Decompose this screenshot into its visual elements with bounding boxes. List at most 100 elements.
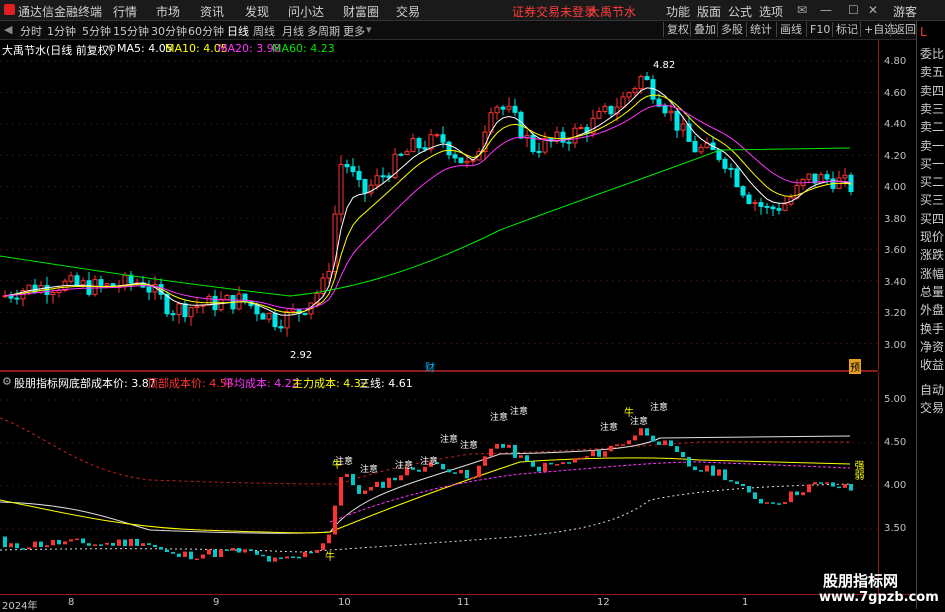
side-item-9[interactable]: 买三 bbox=[920, 191, 944, 208]
candle-body bbox=[338, 164, 344, 215]
menu-discover[interactable]: 发现 bbox=[245, 3, 269, 20]
menu-formula[interactable]: 公式 bbox=[728, 3, 752, 20]
chevron-down-icon[interactable]: ▾ bbox=[366, 23, 372, 36]
period-1min[interactable]: 1分钟 bbox=[47, 23, 76, 39]
side-item-12[interactable]: 涨跌 bbox=[920, 246, 944, 263]
cost-bar bbox=[327, 534, 331, 544]
side-item-6[interactable]: 卖一 bbox=[920, 137, 944, 154]
notification-icon[interactable]: ✉ bbox=[797, 3, 807, 17]
period-60min[interactable]: 60分钟 bbox=[188, 23, 224, 39]
period-30min[interactable]: 30分钟 bbox=[151, 23, 187, 39]
cost-bar bbox=[849, 484, 853, 491]
candle-body bbox=[782, 203, 788, 211]
forecast-marker[interactable]: 预 bbox=[849, 359, 861, 374]
cost-bar bbox=[75, 538, 79, 541]
draw-line-button[interactable]: 画线 bbox=[776, 22, 805, 37]
menu-function[interactable]: 功能 bbox=[666, 3, 690, 20]
cost-indicator-chart[interactable]: 注意注意 注意 注意注意注意注意注意注意注意注意牛牛牛 bbox=[0, 372, 878, 594]
period-weekly[interactable]: 周线 bbox=[253, 23, 275, 39]
side-item-16[interactable]: 换手 bbox=[920, 320, 944, 337]
watermark-title: 股朋指标网 bbox=[823, 572, 899, 590]
maximize-icon[interactable]: ☐ bbox=[848, 3, 859, 17]
side-item-0[interactable]: L bbox=[920, 25, 927, 39]
candle-body bbox=[68, 275, 74, 282]
side-item-10[interactable]: 买四 bbox=[920, 210, 944, 227]
period-5min[interactable]: 5分钟 bbox=[82, 23, 111, 39]
period-more[interactable]: 更多 bbox=[343, 23, 365, 39]
cost-bar bbox=[273, 557, 277, 562]
menu-wenxiaoda[interactable]: 问小达 bbox=[288, 3, 324, 20]
indicator-gear-icon[interactable]: ⚙ bbox=[2, 375, 12, 388]
side-item-13[interactable]: 涨幅 bbox=[920, 265, 944, 282]
cost-bar bbox=[837, 486, 841, 489]
side-item-18[interactable]: 收益 bbox=[920, 356, 944, 373]
candle-body bbox=[422, 147, 428, 150]
candle-body bbox=[170, 313, 176, 316]
side-item-20[interactable]: 交易 bbox=[920, 399, 944, 416]
menu-layout[interactable]: 版面 bbox=[697, 3, 721, 20]
site-watermark: 股朋指标网 www.7gpzb.com bbox=[815, 568, 939, 609]
minimize-icon[interactable]: — bbox=[820, 3, 832, 17]
menu-trade[interactable]: 交易 bbox=[396, 3, 420, 20]
adjust-button[interactable]: 复权 bbox=[663, 22, 692, 37]
cost-bar bbox=[501, 443, 505, 448]
candle-body bbox=[188, 307, 194, 318]
kline-chart[interactable] bbox=[0, 40, 878, 370]
cost-bar bbox=[711, 465, 715, 476]
period-intraday[interactable]: 分时 bbox=[20, 23, 42, 39]
prev-icon[interactable]: ◀ bbox=[4, 23, 12, 36]
multi-stock-button[interactable]: 多股 bbox=[717, 22, 746, 37]
cost-bar bbox=[765, 502, 769, 504]
side-item-11[interactable]: 现价 bbox=[920, 228, 944, 245]
period-multi[interactable]: 多周期 bbox=[307, 23, 340, 39]
settings-gear-icon[interactable]: ⚙ bbox=[107, 42, 117, 55]
menu-news[interactable]: 资讯 bbox=[200, 3, 224, 20]
date-label-2024: 2024年 bbox=[2, 601, 38, 612]
cost-bar bbox=[159, 547, 163, 550]
menu-market-quotes[interactable]: 行情 bbox=[113, 3, 137, 20]
stats-button[interactable]: 统计 bbox=[746, 22, 775, 37]
guest-label[interactable]: 游客 bbox=[893, 3, 917, 20]
bull-signal: 牛 bbox=[332, 458, 342, 471]
side-item-1[interactable]: 委比 bbox=[920, 45, 944, 62]
indicator-title: 股朋指标网 bbox=[14, 377, 69, 390]
mark-button[interactable]: 标记 bbox=[832, 22, 861, 37]
side-item-14[interactable]: 总量 bbox=[920, 283, 944, 300]
overlay-button[interactable]: 叠加 bbox=[690, 22, 719, 37]
cost-bar bbox=[507, 444, 511, 448]
cost-bar bbox=[309, 551, 313, 554]
back-button[interactable]: 返回 bbox=[890, 22, 919, 37]
cost-bar bbox=[249, 549, 253, 551]
menu-options[interactable]: 选项 bbox=[759, 3, 783, 20]
app-logo-icon bbox=[4, 4, 15, 15]
cost-bar bbox=[129, 538, 133, 547]
side-item-5[interactable]: 卖二 bbox=[920, 118, 944, 135]
side-item-4[interactable]: 卖三 bbox=[920, 100, 944, 117]
side-item-8[interactable]: 买二 bbox=[920, 173, 944, 190]
side-item-19[interactable]: 自动 bbox=[920, 381, 944, 398]
menu-market[interactable]: 市场 bbox=[156, 3, 180, 20]
candle-body bbox=[272, 312, 278, 328]
f10-button[interactable]: F10 bbox=[806, 22, 833, 37]
candle-body bbox=[686, 123, 692, 142]
period-daily[interactable]: 日线 bbox=[227, 23, 249, 39]
base-cost-line bbox=[0, 483, 851, 553]
financial-report-marker[interactable]: 财 bbox=[425, 359, 435, 374]
candle-body bbox=[290, 308, 296, 313]
side-item-17[interactable]: 净资 bbox=[920, 338, 944, 355]
login-notice[interactable]: 证券交易未登录 bbox=[512, 3, 596, 20]
side-item-15[interactable]: 外盘 bbox=[920, 301, 944, 318]
candle-body bbox=[698, 146, 704, 153]
period-15min[interactable]: 15分钟 bbox=[113, 23, 149, 39]
close-icon[interactable]: ✕ bbox=[868, 3, 878, 17]
menu-wealth-circle[interactable]: 财富圈 bbox=[343, 3, 379, 20]
period-monthly[interactable]: 月线 bbox=[282, 23, 304, 39]
candle-body bbox=[458, 157, 464, 164]
candle-body bbox=[440, 134, 446, 143]
side-item-2[interactable]: 卖五 bbox=[920, 63, 944, 80]
low-price-label: 2.92 bbox=[290, 350, 313, 361]
price-tick: 3.00 bbox=[884, 339, 907, 351]
candle-body bbox=[344, 164, 350, 168]
side-item-7[interactable]: 买一 bbox=[920, 155, 944, 172]
side-item-3[interactable]: 卖四 bbox=[920, 82, 944, 99]
